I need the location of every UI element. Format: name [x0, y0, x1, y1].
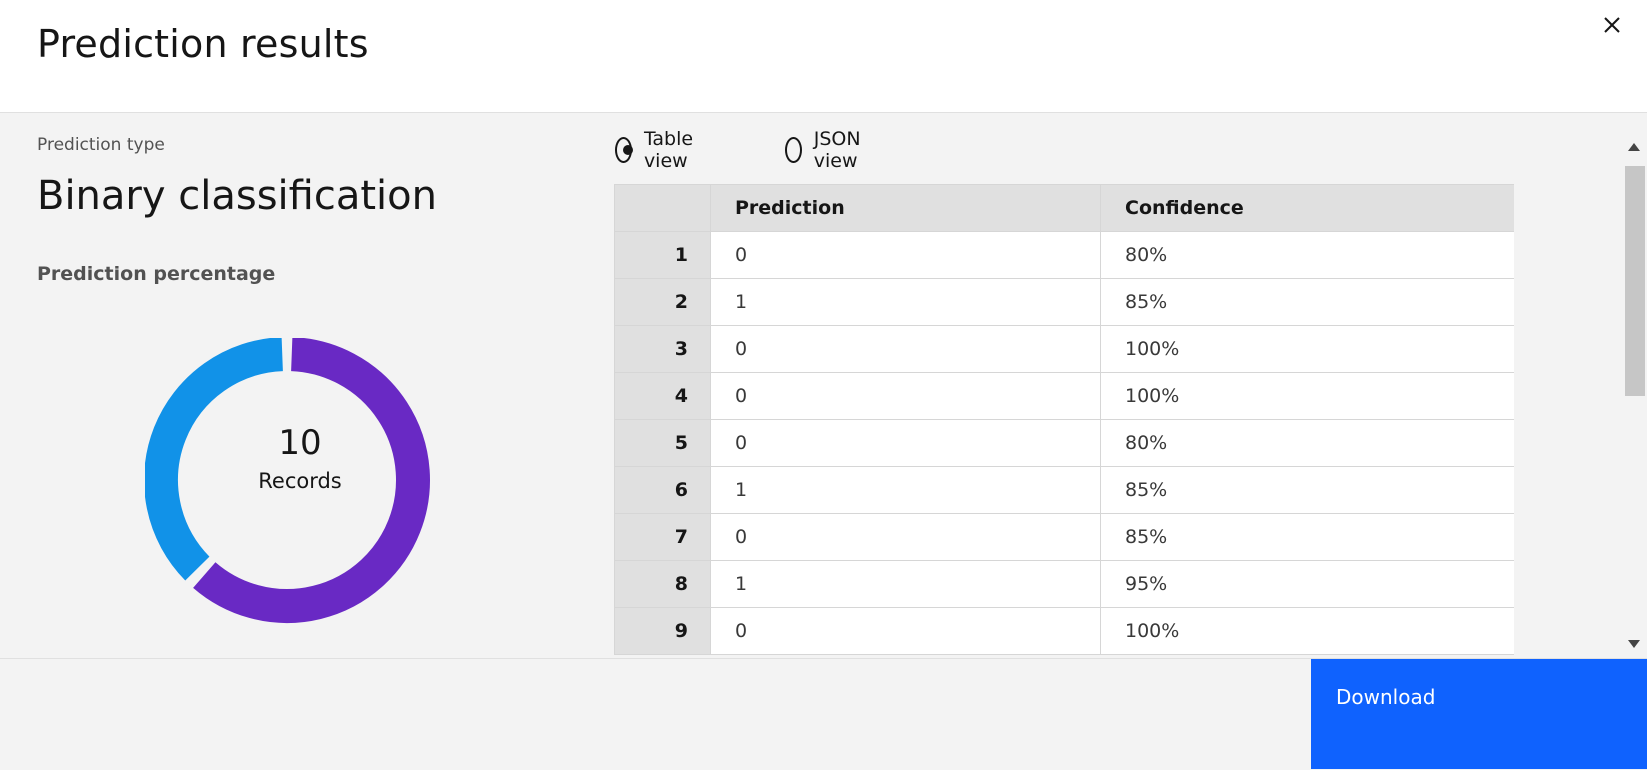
- prediction-cell: 0: [710, 231, 1101, 279]
- prediction-cell: 0: [710, 607, 1101, 655]
- table-row: 3 0 100%: [614, 325, 1514, 373]
- prediction-cell: 0: [710, 419, 1101, 467]
- json-view-label[interactable]: JSON view: [814, 128, 870, 172]
- row-index: 7: [614, 513, 711, 561]
- table-row: 1 0 80%: [614, 231, 1514, 279]
- prediction-cell: 1: [710, 466, 1101, 514]
- prediction-column-header: Prediction: [710, 184, 1101, 232]
- confidence-cell: 80%: [1100, 231, 1514, 279]
- confidence-cell: 95%: [1100, 560, 1514, 608]
- row-index: 2: [614, 278, 711, 326]
- row-index: 6: [614, 466, 711, 514]
- table-view-radio[interactable]: Table view: [615, 128, 702, 172]
- confidence-cell: 80%: [1100, 419, 1514, 467]
- summary-panel: Prediction type Binary classification Pr…: [0, 113, 600, 658]
- scrollbar-thumb[interactable]: [1625, 166, 1645, 396]
- table-row: 6 1 85%: [614, 466, 1514, 514]
- close-button[interactable]: [1598, 11, 1626, 39]
- download-button-label[interactable]: Download: [1336, 685, 1435, 709]
- row-index: 5: [614, 419, 711, 467]
- prediction-cell: 0: [710, 372, 1101, 420]
- confidence-column-header: Confidence: [1100, 184, 1514, 232]
- donut-count-label: Records: [258, 469, 342, 493]
- page-title: Prediction results: [37, 22, 369, 66]
- results-table-container: Prediction Confidence 1 0 80% 2 1 85% 3 …: [614, 184, 1514, 658]
- prediction-type-value: Binary classification: [37, 173, 437, 219]
- table-row: 2 1 85%: [614, 278, 1514, 326]
- confidence-cell: 100%: [1100, 372, 1514, 420]
- radio-unchecked-icon[interactable]: [785, 137, 802, 163]
- table-header-row: Prediction Confidence: [614, 184, 1514, 232]
- table-row: 8 1 95%: [614, 560, 1514, 608]
- radio-checked-icon[interactable]: [615, 137, 633, 163]
- close-icon[interactable]: [1598, 11, 1626, 39]
- prediction-type-label: Prediction type: [37, 135, 165, 155]
- table-row: 5 0 80%: [614, 419, 1514, 467]
- table-row: 4 0 100%: [614, 372, 1514, 420]
- scroll-down-arrow-icon[interactable]: [1628, 640, 1640, 648]
- index-column-header: [614, 184, 711, 232]
- table-row: 7 0 85%: [614, 513, 1514, 561]
- download-button[interactable]: Download: [1311, 659, 1647, 769]
- row-index: 4: [614, 372, 711, 420]
- modal-header: Prediction results: [0, 0, 1647, 113]
- prediction-cell: 1: [710, 278, 1101, 326]
- confidence-cell: 100%: [1100, 607, 1514, 655]
- json-view-radio[interactable]: JSON view: [785, 128, 870, 172]
- prediction-cell: 1: [710, 560, 1101, 608]
- prediction-cell: 0: [710, 513, 1101, 561]
- scroll-up-arrow-icon[interactable]: [1628, 143, 1640, 151]
- donut-count: 10: [278, 423, 321, 463]
- donut-segment-1: [145, 338, 284, 581]
- prediction-cell: 0: [710, 325, 1101, 373]
- row-index: 9: [614, 607, 711, 655]
- prediction-donut-chart: 10 Records: [145, 338, 430, 623]
- results-table: Prediction Confidence 1 0 80% 2 1 85% 3 …: [614, 184, 1514, 655]
- confidence-cell: 85%: [1100, 513, 1514, 561]
- prediction-percentage-label: Prediction percentage: [37, 263, 276, 285]
- confidence-cell: 85%: [1100, 278, 1514, 326]
- row-index: 8: [614, 560, 711, 608]
- table-view-label[interactable]: Table view: [644, 128, 702, 172]
- confidence-cell: 85%: [1100, 466, 1514, 514]
- confidence-cell: 100%: [1100, 325, 1514, 373]
- row-index: 3: [614, 325, 711, 373]
- row-index: 1: [614, 231, 711, 279]
- table-row: 9 0 100%: [614, 607, 1514, 655]
